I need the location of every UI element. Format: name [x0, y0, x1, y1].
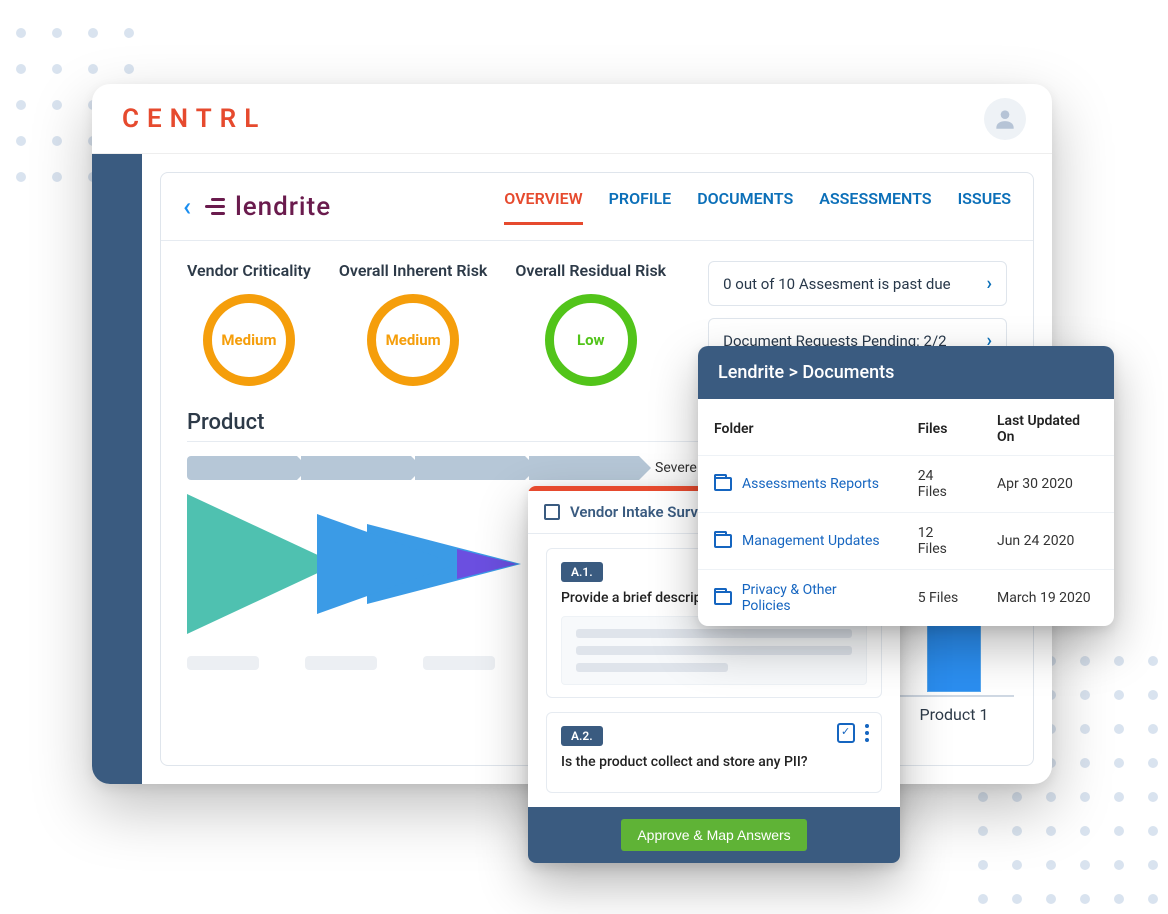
answer-placeholder[interactable]: [561, 616, 867, 685]
vendor-logo: lendrite: [205, 192, 331, 222]
tab-documents[interactable]: DOCUMENTS: [697, 189, 793, 224]
question-a2: A.2. Is the product collect and store an…: [546, 712, 882, 793]
vendor-logo-icon: [205, 198, 225, 215]
kebab-menu-icon[interactable]: [865, 724, 869, 742]
form-icon: [544, 504, 560, 520]
folder-icon: [714, 477, 732, 491]
stage-step: [415, 456, 525, 480]
col-updated: Last Updated On: [981, 399, 1114, 456]
back-chevron-icon[interactable]: ‹: [183, 192, 191, 222]
survey-footer: Approve & Map Answers: [528, 807, 900, 863]
metric-vendor-criticality: Vendor Criticality Medium: [187, 261, 311, 386]
alert-assessment-due[interactable]: 0 out of 10 Assesment is past due ›: [708, 261, 1007, 306]
question-text: Is the product collect and store any PII…: [561, 754, 867, 770]
ring-low: Low: [545, 294, 637, 386]
tab-overview[interactable]: OVERVIEW: [504, 189, 582, 224]
ring-medium: Medium: [367, 294, 459, 386]
metric-residual-risk: Overall Residual Risk Low: [515, 261, 666, 386]
ring-medium: Medium: [203, 294, 295, 386]
question-tag: A.1.: [561, 562, 603, 582]
question-tag: A.2.: [561, 726, 603, 746]
bar-label: Product 1: [894, 705, 1014, 724]
folder-link[interactable]: Privacy & Other Policies: [714, 582, 886, 614]
top-bar: CENTRL: [92, 84, 1052, 154]
stage-step: [301, 456, 411, 480]
placeholder: [187, 656, 259, 670]
metric-inherent-risk: Overall Inherent Risk Medium: [339, 261, 488, 386]
stage-step: [529, 456, 639, 480]
folder-link[interactable]: Management Updates: [714, 533, 886, 549]
severe-label: Severe: [655, 460, 697, 476]
user-icon: [992, 106, 1018, 132]
approve-map-button[interactable]: Approve & Map Answers: [621, 819, 806, 851]
tab-issues[interactable]: ISSUES: [958, 189, 1011, 224]
brand-logo: CENTRL: [122, 104, 266, 134]
folder-icon: [714, 534, 732, 548]
folder-link[interactable]: Assessments Reports: [714, 476, 886, 492]
table-row[interactable]: Privacy & Other Policies 5 Files March 1…: [698, 570, 1114, 627]
documents-card: Lendrite > Documents Folder Files Last U…: [698, 346, 1114, 626]
placeholder: [305, 656, 377, 670]
placeholder: [423, 656, 495, 670]
col-folder: Folder: [698, 399, 902, 456]
clipboard-check-icon[interactable]: [837, 723, 855, 743]
survey-title: Vendor Intake Survey: [570, 503, 713, 521]
sidebar-strip: [92, 154, 142, 784]
tab-assessments[interactable]: ASSESSMENTS: [819, 189, 931, 224]
panel-header: ‹ lendrite OVERVIEW PROFILE DOCUMENTS AS…: [161, 173, 1033, 241]
stage-step: [187, 456, 297, 480]
documents-table: Folder Files Last Updated On Assessments…: [698, 399, 1114, 626]
chevron-right-icon: ›: [987, 273, 992, 294]
tab-bar: OVERVIEW PROFILE DOCUMENTS ASSESSMENTS I…: [504, 189, 1011, 224]
documents-card-title: Lendrite > Documents: [698, 346, 1114, 399]
user-avatar[interactable]: [984, 98, 1026, 140]
tab-profile[interactable]: PROFILE: [609, 189, 672, 224]
col-files: Files: [902, 399, 981, 456]
table-row[interactable]: Assessments Reports 24 Files Apr 30 2020: [698, 456, 1114, 513]
risk-metrics: Vendor Criticality Medium Overall Inhere…: [187, 261, 666, 386]
table-row[interactable]: Management Updates 12 Files Jun 24 2020: [698, 513, 1114, 570]
vendor-name: lendrite: [235, 192, 331, 222]
folder-icon: [714, 591, 732, 605]
